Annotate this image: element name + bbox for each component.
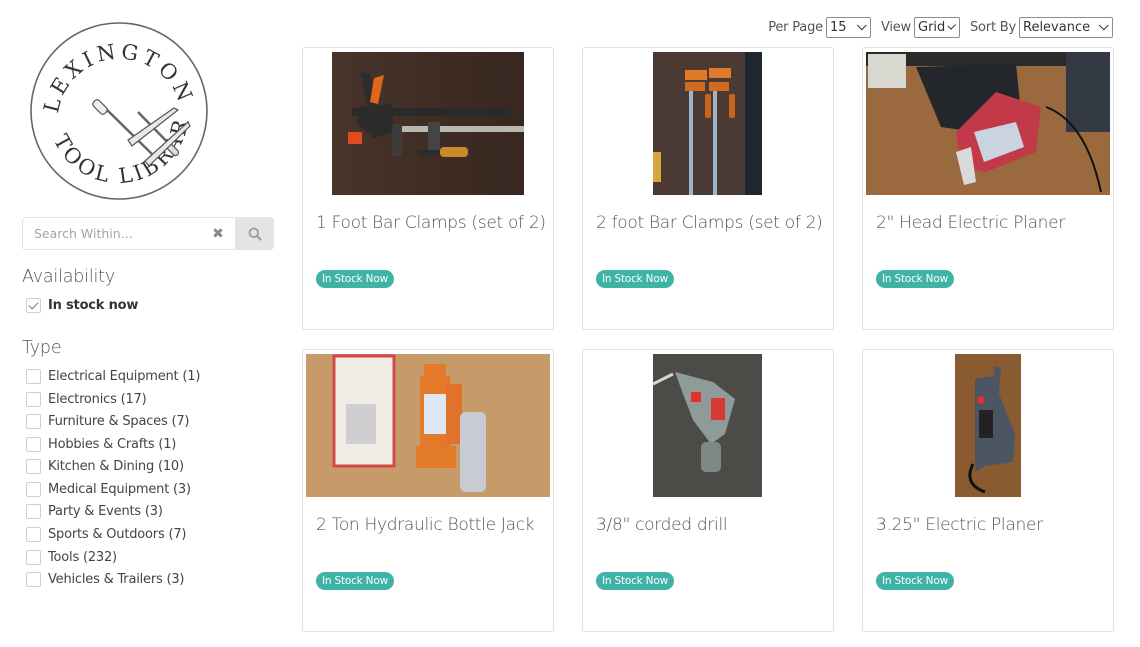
filter-type-party-events[interactable]: Party & Events (3) (26, 502, 163, 520)
item-card[interactable]: 2 foot Bar Clamps (set of 2) In Stock No… (582, 47, 834, 330)
search-field: ✖ (22, 217, 235, 250)
filter-label: Medical Equipment (3) (48, 481, 191, 497)
filter-type-tools[interactable]: Tools (232) (26, 548, 117, 566)
availability-badge: In Stock Now (876, 270, 954, 288)
filter-type-electronics[interactable]: Electronics (17) (26, 390, 147, 408)
type-checkbox[interactable] (26, 436, 41, 452)
availability-heading: Availability (22, 267, 115, 287)
electric-planer-photo[interactable] (866, 52, 1110, 195)
search-within: ✖ (22, 217, 274, 250)
handheld-planer-image (955, 354, 1021, 497)
filter-label: Party & Events (3) (48, 503, 163, 519)
search-input[interactable] (23, 218, 235, 249)
times-icon: ✖ (212, 226, 224, 242)
filter-label: Electronics (17) (48, 391, 147, 407)
item-title[interactable]: 2" Head Electric Planer (876, 213, 1065, 233)
item-title[interactable]: 1 Foot Bar Clamps (set of 2) (316, 213, 546, 233)
type-checkbox[interactable] (26, 413, 41, 429)
availability-badge: In Stock Now (596, 270, 674, 288)
type-checkbox[interactable] (26, 391, 41, 407)
corded-drill-photo[interactable] (653, 354, 762, 497)
chevron-down-icon (947, 21, 957, 30)
handheld-planer-photo[interactable] (955, 354, 1021, 497)
filter-label: Electrical Equipment (1) (48, 368, 201, 384)
lexington-tool-library-logo[interactable]: LEXINGTON TOOL LIBRARY (19, 1, 210, 202)
bar-clamps-photo[interactable] (332, 52, 524, 195)
item-card[interactable]: 3.25" Electric Planer In Stock Now (862, 349, 1114, 632)
bar-clamps-image (332, 52, 524, 195)
clear-search-button[interactable]: ✖ (211, 226, 225, 242)
filter-in-stock-now[interactable]: In stock now (26, 296, 138, 314)
corded-drill-image (653, 354, 762, 497)
filter-label: Sports & Outdoors (7) (48, 526, 187, 542)
type-checkbox[interactable] (26, 503, 41, 519)
filter-type-sports-outdoors[interactable]: Sports & Outdoors (7) (26, 525, 186, 543)
view-label: View (880, 20, 911, 35)
filter-label: Hobbies & Crafts (1) (48, 436, 177, 452)
sort-by-label: Sort By (970, 20, 1016, 35)
item-title[interactable]: 2 foot Bar Clamps (set of 2) (596, 213, 823, 233)
type-checkbox[interactable] (26, 458, 41, 474)
availability-badge: In Stock Now (596, 572, 674, 590)
item-card[interactable]: 1 Foot Bar Clamps (set of 2) In Stock No… (302, 47, 554, 330)
in-stock-checkbox[interactable] (26, 297, 41, 313)
bottle-jack-photo[interactable] (306, 354, 550, 497)
long-bar-clamps-image (653, 52, 762, 195)
availability-badge: In Stock Now (876, 572, 954, 590)
type-checkbox[interactable] (26, 549, 41, 565)
filter-type-electrical-equipment[interactable]: Electrical Equipment (1) (26, 367, 200, 385)
filter-type-furniture-spaces[interactable]: Furniture & Spaces (7) (26, 412, 190, 430)
electric-planer-image (866, 52, 1110, 195)
item-card[interactable]: 2" Head Electric Planer In Stock Now (862, 47, 1114, 330)
filter-label: In stock now (48, 297, 139, 313)
per-page-label: Per Page (768, 20, 823, 35)
logo-emblem: LEXINGTON TOOL LIBRARY (19, 1, 208, 200)
item-card[interactable]: 3/8" corded drill In Stock Now (582, 349, 834, 632)
sort-by-value: Relevance (1023, 20, 1091, 35)
view-value: Grid (918, 20, 946, 35)
item-title[interactable]: 3.25" Electric Planer (876, 515, 1043, 535)
availability-badge: In Stock Now (316, 270, 394, 288)
sort-by-select[interactable]: Relevance (1019, 17, 1113, 38)
item-title[interactable]: 2 Ton Hydraulic Bottle Jack (316, 515, 535, 535)
availability-badge: In Stock Now (316, 572, 394, 590)
type-heading: Type (22, 338, 62, 358)
magnifier-icon (248, 227, 262, 241)
search-button[interactable] (235, 217, 274, 250)
filter-label: Kitchen & Dining (10) (48, 458, 184, 474)
filter-label: Vehicles & Trailers (3) (48, 571, 185, 587)
item-title[interactable]: 3/8" corded drill (596, 515, 728, 535)
bottle-jack-image (306, 354, 550, 497)
filter-type-hobbies-crafts[interactable]: Hobbies & Crafts (1) (26, 435, 176, 453)
chevron-down-icon (1098, 20, 1109, 31)
filter-type-vehicles-trailers[interactable]: Vehicles & Trailers (3) (26, 570, 184, 588)
type-checkbox[interactable] (26, 368, 41, 384)
view-select[interactable]: Grid (914, 17, 960, 38)
type-checkbox[interactable] (26, 571, 41, 587)
per-page-value: 15 (829, 20, 847, 35)
type-checkbox[interactable] (26, 481, 41, 497)
chevron-down-icon (856, 20, 867, 31)
results-toolbar: Per Page 15 View Grid Sort By Relevance (768, 17, 1113, 38)
long-bar-clamps-photo[interactable] (653, 52, 762, 195)
filter-label: Furniture & Spaces (7) (48, 413, 190, 429)
filter-type-kitchen-dining[interactable]: Kitchen & Dining (10) (26, 457, 184, 475)
filter-type-medical-equipment[interactable]: Medical Equipment (3) (26, 480, 191, 498)
filter-label: Tools (232) (48, 549, 117, 565)
type-checkbox[interactable] (26, 526, 41, 542)
item-card[interactable]: 2 Ton Hydraulic Bottle Jack In Stock Now (302, 349, 554, 632)
per-page-select[interactable]: 15 (825, 17, 871, 38)
